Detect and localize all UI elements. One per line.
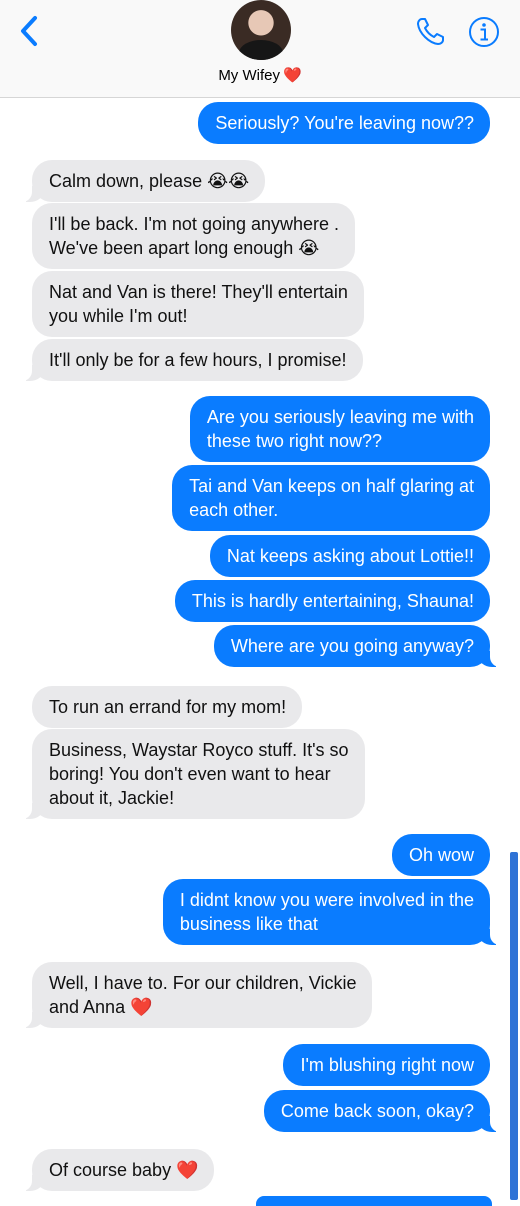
scrollbar[interactable] <box>510 852 518 1200</box>
message-outgoing[interactable]: Nat keeps asking about Lottie!! <box>209 535 490 577</box>
contact-name-row[interactable]: My Wifey ❤️ <box>0 66 520 84</box>
message-outgoing[interactable]: Tai and Van keeps on half glaring at eac… <box>172 465 490 531</box>
message-incoming[interactable]: Nat and Van is there! They'll entertain … <box>32 271 364 337</box>
message-incoming[interactable]: Calm down, please 😭😭 <box>21 160 266 202</box>
contact-avatar[interactable] <box>231 0 291 60</box>
conversation-header: My Wifey ❤️ <box>0 0 520 98</box>
phone-icon[interactable] <box>414 16 446 48</box>
message-outgoing[interactable]: Oh wow <box>391 834 490 876</box>
chevron-left-icon[interactable] <box>18 14 40 48</box>
message-outgoing[interactable]: I didnt know you were involved in the bu… <box>162 879 501 945</box>
message-outgoing[interactable]: Are you seriously leaving me with these … <box>189 396 490 462</box>
message-incoming[interactable]: To run an errand for my mom! <box>32 686 303 728</box>
message-incoming[interactable]: I'll be back. I'm not going anywhere . W… <box>32 203 356 269</box>
message-incoming[interactable]: Business, Waystar Royco stuff. It's so b… <box>22 729 365 819</box>
message-incoming[interactable]: Of course baby ❤️ <box>21 1149 215 1191</box>
message-incoming[interactable]: It'll only be for a few hours, I promise… <box>22 339 363 381</box>
message-outgoing[interactable]: I'm blushing right now <box>283 1044 490 1086</box>
info-icon[interactable] <box>468 16 500 48</box>
message-outgoing-partial[interactable] <box>256 1196 492 1206</box>
message-outgoing[interactable]: Seriously? You're leaving now?? <box>198 102 490 144</box>
message-outgoing[interactable]: This is hardly entertaining, Shauna! <box>174 580 490 622</box>
message-outgoing[interactable]: Where are you going anyway? <box>213 625 501 667</box>
message-incoming[interactable]: Well, I have to. For our children, Vicki… <box>21 962 373 1028</box>
heart-emoji: ❤️ <box>282 67 302 84</box>
contact-name: My Wifey <box>218 67 280 84</box>
message-outgoing[interactable]: Come back soon, okay? <box>263 1090 501 1132</box>
